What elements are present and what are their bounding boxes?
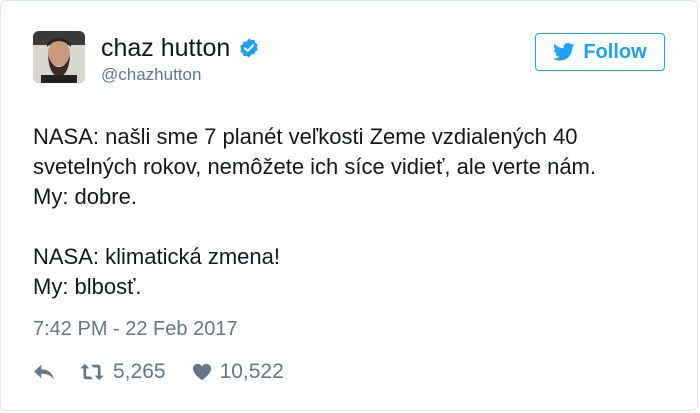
display-name[interactable]: chaz hutton [101,33,230,63]
verified-icon [238,37,260,59]
follow-label: Follow [583,40,647,63]
reply-button[interactable] [33,363,55,381]
tweet-timestamp[interactable]: 7:42 PM - 22 Feb 2017 [33,318,238,341]
tweet-line: NASA: klimatická zmena! [33,244,280,269]
tweet-line: My: dobre. [33,184,137,209]
retweet-count: 5,265 [113,360,166,383]
retweet-icon [80,363,104,381]
tweet-line: My: blbosť. [33,274,142,299]
like-button[interactable]: 10,522 [192,360,284,384]
tweet-card: chaz hutton @chazhutton Follow NASA: naš… [0,0,698,411]
reply-icon [34,364,54,380]
tweet-text: NASA: našli sme 7 planét veľkosti Zeme v… [33,122,673,302]
tweet-header: chaz hutton @chazhutton Follow [33,31,665,91]
tweet-actions: 5,265 10,522 [33,357,284,387]
retweet-button[interactable]: 5,265 [79,360,166,384]
like-count: 10,522 [219,360,284,383]
display-name-row: chaz hutton [101,33,260,63]
twitter-bird-icon [553,43,575,61]
heart-icon [192,363,211,381]
avatar[interactable] [33,31,85,83]
tweet-line: NASA: našli sme 7 planét veľkosti Zeme v… [33,124,596,179]
user-block: chaz hutton @chazhutton [101,33,260,85]
follow-button[interactable]: Follow [535,33,665,71]
user-handle[interactable]: @chazhutton [101,65,260,85]
